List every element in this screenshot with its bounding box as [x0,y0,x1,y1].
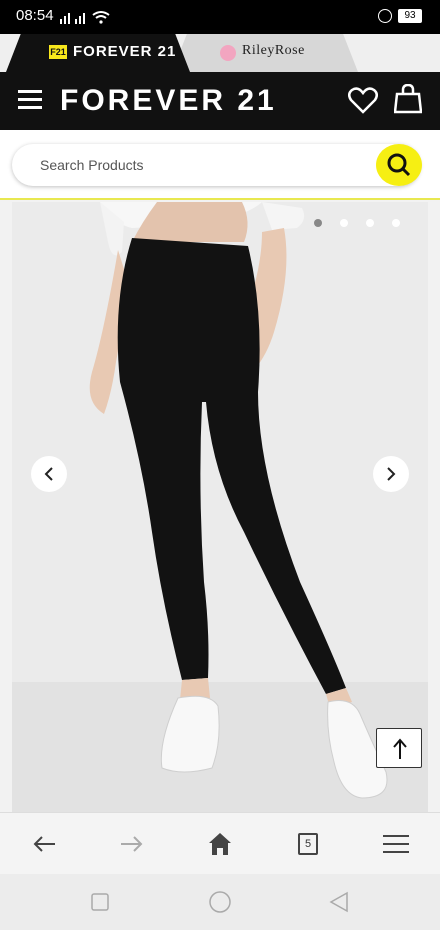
shopping-bag-icon[interactable] [394,84,422,114]
arrow-up-icon [393,738,407,759]
brand-tabs: RileyRose F21 FOREVER 21 [0,34,440,72]
carousel-dot[interactable] [392,219,400,227]
signal-wifi-icon [60,11,110,24]
tab-forever21[interactable]: F21 FOREVER 21 [6,34,190,72]
hamburger-menu-icon[interactable] [18,90,42,112]
tab-rileyrose[interactable]: RileyRose [172,34,358,72]
back-arrow-icon[interactable] [30,829,60,859]
search-area [0,130,440,200]
search-bar [12,144,422,186]
battery-indicator: 93 [398,9,422,23]
carousel-dot[interactable] [340,219,348,227]
forward-arrow-icon[interactable] [116,829,146,859]
back-triangle-icon[interactable] [328,891,350,913]
site-header: FOREVER 21 [0,72,440,130]
product-image [12,202,428,812]
search-input[interactable] [40,154,360,176]
browser-toolbar: 5 [0,812,440,874]
rileyrose-logo-icon [220,45,236,61]
brand-logo[interactable]: FOREVER 21 [60,84,277,118]
carousel-prev-button[interactable] [31,456,67,492]
chevron-left-icon [44,467,53,481]
rotation-lock-icon [378,9,392,23]
carousel-next-button[interactable] [373,456,409,492]
menu-icon[interactable] [381,829,411,859]
f21-logo-icon: F21 [49,45,67,59]
carousel-dot[interactable] [366,219,374,227]
carousel-dot[interactable] [314,219,322,227]
tab-rileyrose-label: RileyRose [242,43,305,58]
carousel-indicators [314,219,414,229]
status-time: 08:54 [16,7,54,24]
recent-apps-icon[interactable] [90,892,110,912]
tab-forever21-label: FOREVER 21 [73,43,177,60]
product-image-carousel[interactable] [12,202,428,812]
chevron-right-icon [387,467,396,481]
search-button[interactable] [376,144,422,186]
scroll-to-top-button[interactable] [376,728,422,768]
search-icon [387,153,411,177]
heart-icon[interactable] [348,86,378,114]
status-bar: 08:54 93 [0,0,440,34]
home-icon[interactable] [205,829,235,859]
system-nav-bar [0,874,440,930]
home-circle-icon[interactable] [208,890,232,914]
tabs-count-button[interactable]: 5 [298,833,318,855]
